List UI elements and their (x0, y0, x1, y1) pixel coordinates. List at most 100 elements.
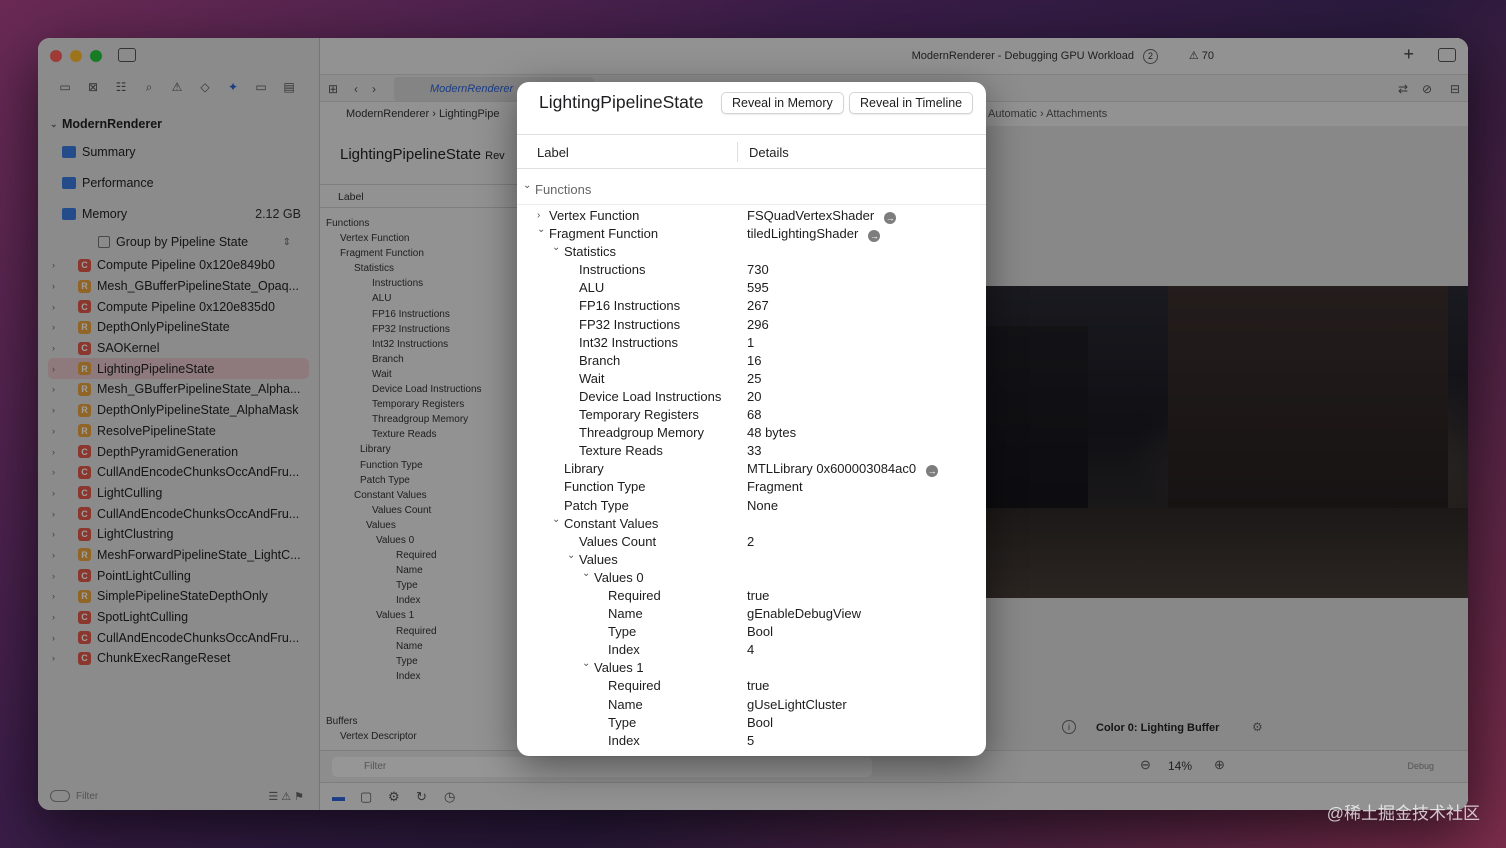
chevron-down-icon[interactable]: ⌄ (567, 547, 575, 565)
sidebar-item-pipeline[interactable]: › C SpotLightCulling (38, 607, 319, 628)
sidebar-item-pipeline[interactable]: › C DepthPyramidGeneration (38, 441, 319, 462)
details-column-header[interactable]: Details (749, 145, 789, 160)
breakpoint-icon[interactable]: ▭ (254, 80, 268, 94)
sidebar-section[interactable]: Memory 2.12 GB (38, 198, 319, 229)
search-icon[interactable]: ⌕ (142, 80, 156, 94)
toggle-debug-icon[interactable]: ▬ (332, 789, 345, 804)
inspector-toggle-icon[interactable] (1438, 48, 1456, 62)
detail-row[interactable]: Type (320, 580, 520, 595)
minimize-window-button[interactable] (70, 50, 82, 62)
sidebar-item-pipeline[interactable]: › R SimplePipelineStateDepthOnly (38, 586, 319, 607)
reveal-in-memory-button[interactable]: Reveal in Memory (721, 92, 844, 114)
navigate-arrow-icon[interactable]: → (884, 212, 897, 224)
warning-icon[interactable]: ⚠ (170, 80, 184, 94)
info-icon[interactable]: i (1062, 720, 1076, 734)
test-icon[interactable]: ◇ (198, 80, 212, 94)
detail-row[interactable]: Values (320, 520, 520, 535)
swap-icon[interactable]: ⇄ (1398, 82, 1408, 96)
chevron-down-icon[interactable]: ⌄ (552, 239, 560, 257)
label-column-header[interactable]: Label (537, 145, 569, 160)
chevron-right-icon[interactable]: › (52, 447, 55, 457)
chevron-right-icon[interactable]: › (52, 550, 55, 560)
sidebar-item-pipeline[interactable]: › R ResolvePipelineState (38, 421, 319, 442)
detail-row[interactable]: Constant Values (320, 490, 520, 505)
chevron-down-icon[interactable]: ⌄ (552, 511, 560, 529)
chevron-right-icon[interactable]: › (52, 591, 55, 601)
issue-count-badge[interactable]: 2 (1143, 49, 1158, 64)
detail-row[interactable]: Patch Type (320, 475, 520, 490)
split-icon[interactable]: ⊟ (1450, 82, 1460, 96)
square-icon[interactable]: ▢ (360, 789, 372, 805)
property-row[interactable]: ⌄ Values 1 (517, 658, 986, 677)
chevron-right-icon[interactable]: › (52, 281, 55, 291)
detail-row[interactable]: Name (320, 641, 520, 656)
editor-filter-input[interactable]: Filter (332, 757, 872, 777)
sidebar-filter-input[interactable]: Filter (76, 791, 98, 802)
warning-count[interactable]: ⚠ 70 (1189, 49, 1214, 62)
chevron-right-icon[interactable]: › (52, 405, 55, 415)
property-row[interactable]: ⌄ Fragment Function tiledLightingShader → (517, 224, 986, 243)
chevron-right-icon[interactable]: › (52, 653, 55, 663)
detail-row[interactable]: FP32 Instructions (320, 324, 520, 339)
navigate-arrow-icon[interactable]: → (868, 230, 881, 243)
detail-row[interactable]: ALU (320, 293, 520, 308)
reload-icon[interactable]: ↻ (416, 789, 427, 805)
forward-icon[interactable]: › (372, 82, 376, 96)
detail-row[interactable]: Buffers (320, 716, 520, 731)
detail-row[interactable]: Library (320, 444, 520, 459)
sidebar-section[interactable]: Summary (38, 136, 319, 167)
detail-row[interactable]: Required (320, 550, 520, 565)
sidebar-item-pipeline[interactable]: › R LightingPipelineState (48, 358, 309, 380)
gear-icon[interactable]: ⚙ (1252, 720, 1263, 734)
debug-icon[interactable]: ✦ (226, 80, 240, 94)
chevron-right-icon[interactable]: › (52, 571, 55, 581)
detail-row[interactable]: Function Type (320, 460, 520, 475)
sidebar-item-pipeline[interactable]: › C PointLightCulling (38, 565, 319, 586)
sidebar-item-pipeline[interactable]: › R Mesh_GBufferPipelineState_Alpha... (38, 379, 319, 400)
detail-row[interactable]: Values 1 (320, 610, 520, 625)
sidebar-item-pipeline[interactable]: › C SAOKernel (38, 338, 319, 359)
detail-row[interactable]: Name (320, 565, 520, 580)
sidebar-item-pipeline[interactable]: › R DepthOnlyPipelineState (38, 317, 319, 338)
sidebar-item-pipeline[interactable]: › C LightCulling (38, 483, 319, 504)
group-by-pipeline-toggle[interactable]: Group by Pipeline State ⇕ (38, 229, 319, 255)
zoom-window-button[interactable] (90, 50, 102, 62)
detail-row[interactable]: Threadgroup Memory (320, 414, 520, 429)
detail-row[interactable]: Temporary Registers (320, 399, 520, 414)
gpu-icon[interactable]: ⚙ (388, 789, 400, 805)
sidebar-item-pipeline[interactable]: › R MeshForwardPipelineState_LightC... (38, 545, 319, 566)
property-row[interactable]: › Vertex Function FSQuadVertexShader → (517, 207, 986, 225)
detail-row[interactable]: Int32 Instructions (320, 339, 520, 354)
detail-row[interactable]: FP16 Instructions (320, 309, 520, 324)
detail-row[interactable]: Functions (320, 218, 520, 233)
sidebar-section[interactable]: Performance (38, 167, 319, 198)
detail-row[interactable] (320, 701, 520, 716)
chevron-right-icon[interactable]: › (52, 322, 55, 332)
chevron-right-icon[interactable]: › (52, 488, 55, 498)
detail-row[interactable]: Vertex Descriptor (320, 731, 520, 746)
clock-icon[interactable]: ◷ (444, 789, 455, 805)
chevron-right-icon[interactable]: › (52, 343, 55, 353)
render-preview[interactable] (968, 286, 1468, 598)
section-header[interactable]: ⌄ Functions (517, 175, 986, 205)
link-icon[interactable]: ⊘ (1422, 82, 1432, 96)
detail-row[interactable]: Statistics (320, 263, 520, 278)
zoom-in-icon[interactable]: ⊕ (1214, 757, 1225, 773)
property-row[interactable]: ⌄ Statistics (517, 242, 986, 261)
detail-row[interactable]: Type (320, 656, 520, 671)
detail-row[interactable]: Values 0 (320, 535, 520, 550)
detail-row[interactable]: Fragment Function (320, 248, 520, 263)
sidebar-item-pipeline[interactable]: › R Mesh_GBufferPipelineState_Opaq... (38, 276, 319, 297)
project-item[interactable]: ⌄ ModernRenderer (38, 112, 319, 136)
chevron-down-icon[interactable]: ⌄ (537, 221, 545, 239)
detail-row[interactable]: Index (320, 595, 520, 610)
sidebar-item-pipeline[interactable]: › C CullAndEncodeChunksOccAndFru... (38, 503, 319, 524)
breadcrumb-item[interactable]: ModernRenderer (346, 108, 429, 120)
filter-options-icon[interactable]: ☰⚠⚑ (268, 790, 307, 803)
sidebar-item-pipeline[interactable]: › C ChunkExecRangeReset (38, 648, 319, 669)
detail-row[interactable]: Wait (320, 369, 520, 384)
detail-row[interactable]: Index (320, 671, 520, 686)
detail-row[interactable]: Device Load Instructions (320, 384, 520, 399)
breadcrumb-item[interactable]: Attachments (1046, 108, 1107, 120)
checkbox-icon[interactable] (98, 236, 110, 248)
